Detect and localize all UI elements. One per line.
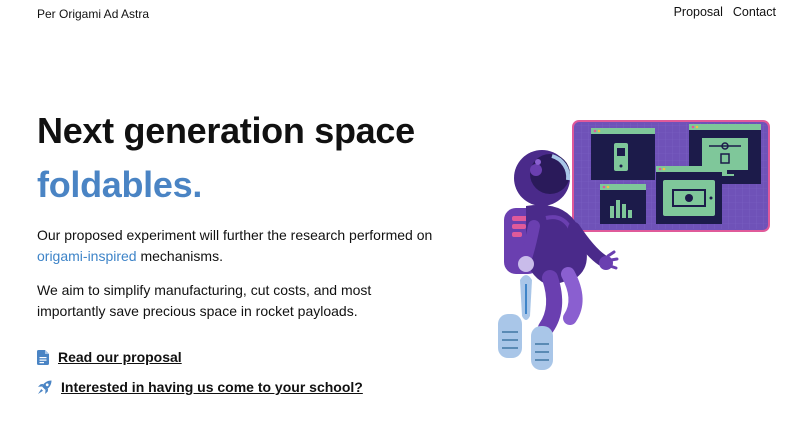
school-visit-label: Interested in having us come to your sch…: [61, 379, 363, 395]
hero-title: Next generation space foldables.: [37, 104, 415, 212]
hero-title-line2: foldables.: [37, 164, 203, 205]
school-visit-link[interactable]: Interested in having us come to your sch…: [37, 379, 363, 395]
origami-inspired-highlight: origami-inspired: [37, 248, 137, 264]
p1-text-after: mechanisms.: [136, 248, 223, 264]
hero-title-line1: Next generation space: [37, 110, 415, 151]
rocket-icon: [37, 380, 52, 395]
p1-text-before: Our proposed experiment will further the…: [37, 227, 433, 243]
top-nav: Proposal Contact: [674, 5, 776, 19]
hero-paragraph-2: We aim to simplify manufacturing, cut co…: [37, 282, 372, 319]
read-proposal-link[interactable]: Read our proposal: [37, 349, 182, 365]
nav-proposal-link[interactable]: Proposal: [674, 5, 723, 19]
document-icon: [37, 349, 49, 365]
hero-paragraph-1: Our proposed experiment will further the…: [37, 225, 437, 267]
dashboard-panel: [572, 120, 770, 232]
nav-contact-link[interactable]: Contact: [733, 5, 776, 19]
astronaut-illustration: [490, 118, 772, 380]
read-proposal-label: Read our proposal: [58, 349, 182, 365]
brand-link[interactable]: Per Origami Ad Astra: [37, 7, 149, 21]
